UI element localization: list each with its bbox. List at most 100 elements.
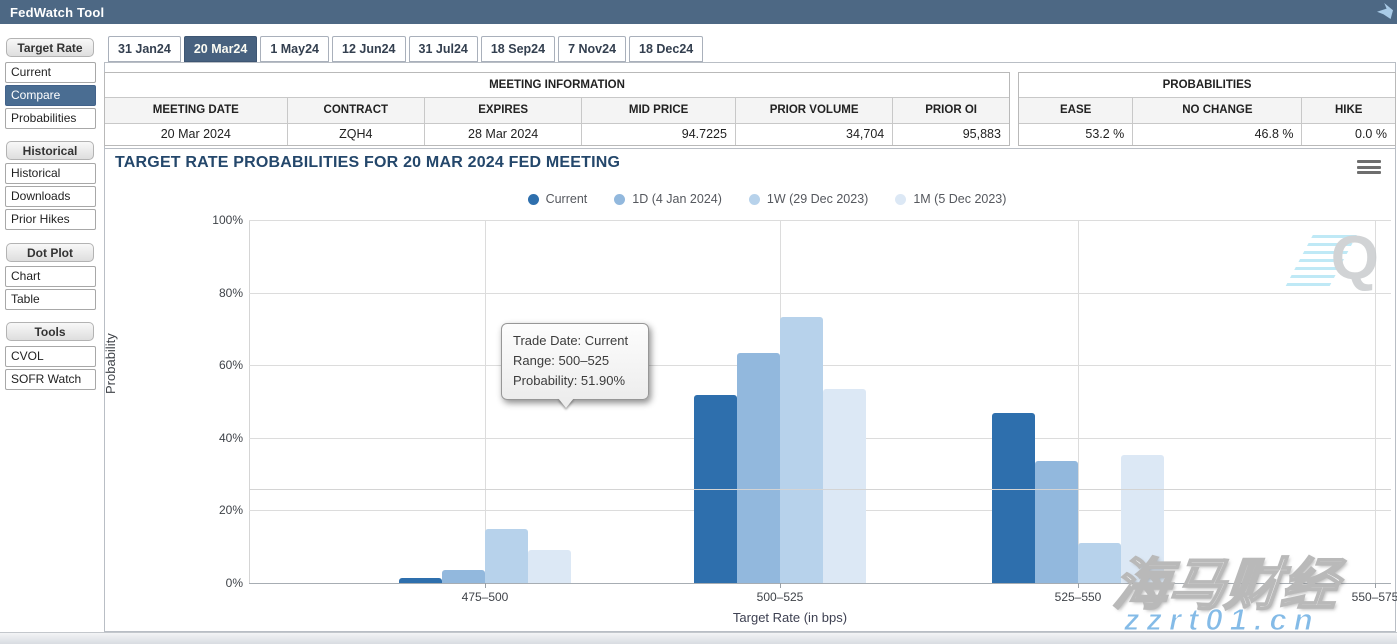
bird-icon[interactable] (1377, 3, 1393, 19)
x-tick-label: 525–550 (1033, 590, 1123, 604)
legend-item-1w-29-dec-2023[interactable]: 1W (29 Dec 2023) (749, 192, 868, 206)
x-tick-label: 475–500 (440, 590, 530, 604)
tab-1-may24[interactable]: 1 May24 (260, 36, 329, 62)
legend-label: 1D (4 Jan 2024) (632, 192, 722, 206)
tab-18-dec24[interactable]: 18 Dec24 (629, 36, 703, 62)
legend-dot (614, 194, 625, 205)
legend-label: 1W (29 Dec 2023) (767, 192, 868, 206)
meeting-info-header-cell: CONTRACT (288, 98, 425, 123)
legend-dot (749, 194, 760, 205)
legend-dot (895, 194, 906, 205)
tooltip-probability: Probability: 51.90% (513, 371, 637, 391)
chart-tooltip: Trade Date: Current Range: 500–525 Proba… (501, 323, 649, 400)
y-tick-label: 0% (203, 576, 243, 590)
legend-label: Current (546, 192, 588, 206)
sidebar-item-chart[interactable]: Chart (5, 266, 96, 287)
legend-item-current[interactable]: Current (528, 192, 588, 206)
sidebar-header-historical[interactable]: Historical (6, 141, 94, 160)
probabilities-value-cell: 0.0 % (1302, 124, 1394, 145)
legend-label: 1M (5 Dec 2023) (913, 192, 1006, 206)
bar-current-525-550[interactable] (992, 413, 1035, 583)
bar-1w-29-dec-2023-475-500[interactable] (485, 529, 528, 583)
chart-legend: Current 1D (4 Jan 2024) 1W (29 Dec 2023) 1M… (105, 192, 1395, 206)
probabilities-header-cell: EASE (1019, 98, 1133, 123)
meeting-info-value-cell: 94.7225 (582, 124, 736, 145)
bar-current-475-500[interactable] (399, 578, 442, 583)
fedwatch-app: FedWatch Tool Target Rate Current Compar… (0, 0, 1397, 644)
legend-dot (528, 194, 539, 205)
v-gridline (1078, 220, 1079, 583)
meeting-tabs: 31 Jan2420 Mar241 May2412 Jun2431 Jul241… (108, 36, 703, 63)
sidebar-item-cvol[interactable]: CVOL (5, 346, 96, 367)
tooltip-range: Range: 500–525 (513, 351, 637, 371)
app-title: FedWatch Tool (10, 5, 104, 20)
plot-area (249, 220, 1391, 583)
probabilities-table: PROBABILITIESEASENO CHANGEHIKE53.2 %46.8… (1018, 72, 1396, 146)
x-tick (485, 583, 486, 588)
x-tick (1078, 583, 1079, 588)
tab-12-jun24[interactable]: 12 Jun24 (332, 36, 406, 62)
titlebar: FedWatch Tool (0, 0, 1397, 24)
meeting-info-value-cell: 95,883 (893, 124, 1009, 145)
sidebar-item-prior-hikes[interactable]: Prior Hikes (5, 209, 96, 230)
meeting-information-table: MEETING INFORMATIONMEETING DATECONTRACTE… (104, 72, 1010, 146)
meeting-info-header-row: MEETING DATECONTRACTEXPIRESMID PRICEPRIO… (105, 98, 1009, 124)
x-tick-label: 500–525 (735, 590, 825, 604)
meeting-info-header-cell: PRIOR VOLUME (736, 98, 893, 123)
watermark-url: zzrt01.cn (1124, 602, 1320, 638)
sidebar-item-probabilities[interactable]: Probabilities (5, 108, 96, 129)
tooltip-trade-date: Trade Date: Current (513, 331, 637, 351)
y-axis-title: Probability (103, 333, 118, 394)
meeting-info-header-cell: EXPIRES (425, 98, 582, 123)
tab-31-jul24[interactable]: 31 Jul24 (409, 36, 478, 62)
sidebar-item-current[interactable]: Current (5, 62, 96, 83)
probabilities-value-cell: 46.8 % (1133, 124, 1302, 145)
meeting-info-value-row: 20 Mar 2024ZQH428 Mar 202494.722534,7049… (105, 124, 1009, 145)
bar-1d-4-jan-2024-475-500[interactable] (442, 570, 485, 583)
tab-31-jan24[interactable]: 31 Jan24 (108, 36, 181, 62)
probabilities-title: PROBABILITIES (1019, 73, 1395, 98)
bar-1w-29-dec-2023-500-525[interactable] (780, 317, 823, 583)
meeting-info-value-cell: ZQH4 (288, 124, 425, 145)
meeting-info-value-cell: 20 Mar 2024 (105, 124, 288, 145)
chart-title: TARGET RATE PROBABILITIES FOR 20 MAR 202… (115, 154, 620, 172)
meeting-info-value-cell: 34,704 (736, 124, 893, 145)
probabilities-value-cell: 53.2 % (1019, 124, 1133, 145)
sidebar-item-sofr-watch[interactable]: SOFR Watch (5, 369, 96, 390)
tab-20-mar24[interactable]: 20 Mar24 (184, 36, 258, 62)
y-tick-label: 60% (203, 358, 243, 372)
chart-menu-icon[interactable] (1357, 160, 1381, 177)
tab-7-nov24[interactable]: 7 Nov24 (558, 36, 626, 62)
bar-1d-4-jan-2024-525-550[interactable] (1035, 461, 1078, 583)
sidebar-item-downloads[interactable]: Downloads (5, 186, 96, 207)
y-tick-label: 100% (203, 213, 243, 227)
meeting-info-header-cell: MEETING DATE (105, 98, 288, 123)
probabilities-value-row: 53.2 %46.8 %0.0 % (1019, 124, 1395, 145)
sidebar-header-dot-plot[interactable]: Dot Plot (6, 243, 94, 262)
y-tick-label: 40% (203, 431, 243, 445)
probabilities-header-row: EASENO CHANGEHIKE (1019, 98, 1395, 124)
probabilities-header-cell: NO CHANGE (1133, 98, 1302, 123)
meeting-info-title: MEETING INFORMATION (105, 73, 1009, 98)
sidebar-item-historical[interactable]: Historical (5, 163, 96, 184)
quikstrike-q-icon: Q (1303, 227, 1379, 297)
probabilities-header-cell: HIKE (1302, 98, 1394, 123)
bar-1d-4-jan-2024-500-525[interactable] (737, 353, 780, 583)
legend-item-1m-5-dec-2023[interactable]: 1M (5 Dec 2023) (895, 192, 1006, 206)
sidebar-header-tools[interactable]: Tools (6, 322, 94, 341)
y-axis-line (249, 220, 250, 583)
sidebar-item-compare[interactable]: Compare (5, 85, 96, 106)
sidebar-header-target-rate[interactable]: Target Rate (6, 38, 94, 57)
y-tick-label: 20% (203, 503, 243, 517)
bar-1m-5-dec-2023-500-525[interactable] (823, 389, 866, 583)
sidebar-item-table[interactable]: Table (5, 289, 96, 310)
x-tick (780, 583, 781, 588)
meeting-info-value-cell: 28 Mar 2024 (425, 124, 582, 145)
tab-18-sep24[interactable]: 18 Sep24 (481, 36, 555, 62)
legend-item-1d-4-jan-2024[interactable]: 1D (4 Jan 2024) (614, 192, 722, 206)
meeting-info-header-cell: PRIOR OI (893, 98, 1009, 123)
bar-1m-5-dec-2023-475-500[interactable] (528, 550, 571, 583)
y-tick-label: 80% (203, 286, 243, 300)
h-gridline (249, 220, 1391, 221)
x-axis-title: Target Rate (in bps) (640, 610, 940, 625)
